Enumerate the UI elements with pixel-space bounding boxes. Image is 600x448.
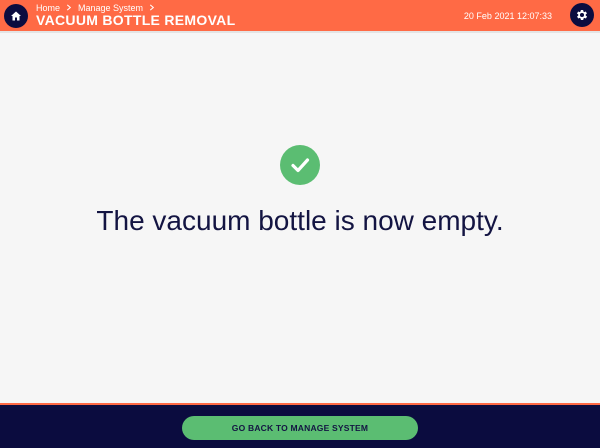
status-message: The vacuum bottle is now empty. xyxy=(96,205,504,236)
main-content: The vacuum bottle is now empty. xyxy=(0,35,600,403)
home-button[interactable] xyxy=(4,4,28,28)
breadcrumb-manage-system[interactable]: Manage System xyxy=(78,3,143,13)
chevron-right-icon xyxy=(149,4,155,11)
datetime-display: 20 Feb 2021 12:07:33 xyxy=(463,11,552,21)
home-icon xyxy=(11,11,21,21)
settings-button[interactable] xyxy=(570,3,594,27)
chevron-right-icon xyxy=(66,4,72,11)
gear-icon xyxy=(576,9,588,21)
header-bar: Home Manage System VACUUM BOTTLE REMOVAL… xyxy=(0,0,600,33)
page-title: VACUUM BOTTLE REMOVAL xyxy=(36,12,236,28)
go-back-button[interactable]: GO BACK TO MANAGE SYSTEM xyxy=(182,416,418,440)
breadcrumb-home[interactable]: Home xyxy=(36,3,60,13)
footer-bar: GO BACK TO MANAGE SYSTEM xyxy=(0,403,600,448)
check-circle-icon xyxy=(280,145,320,185)
